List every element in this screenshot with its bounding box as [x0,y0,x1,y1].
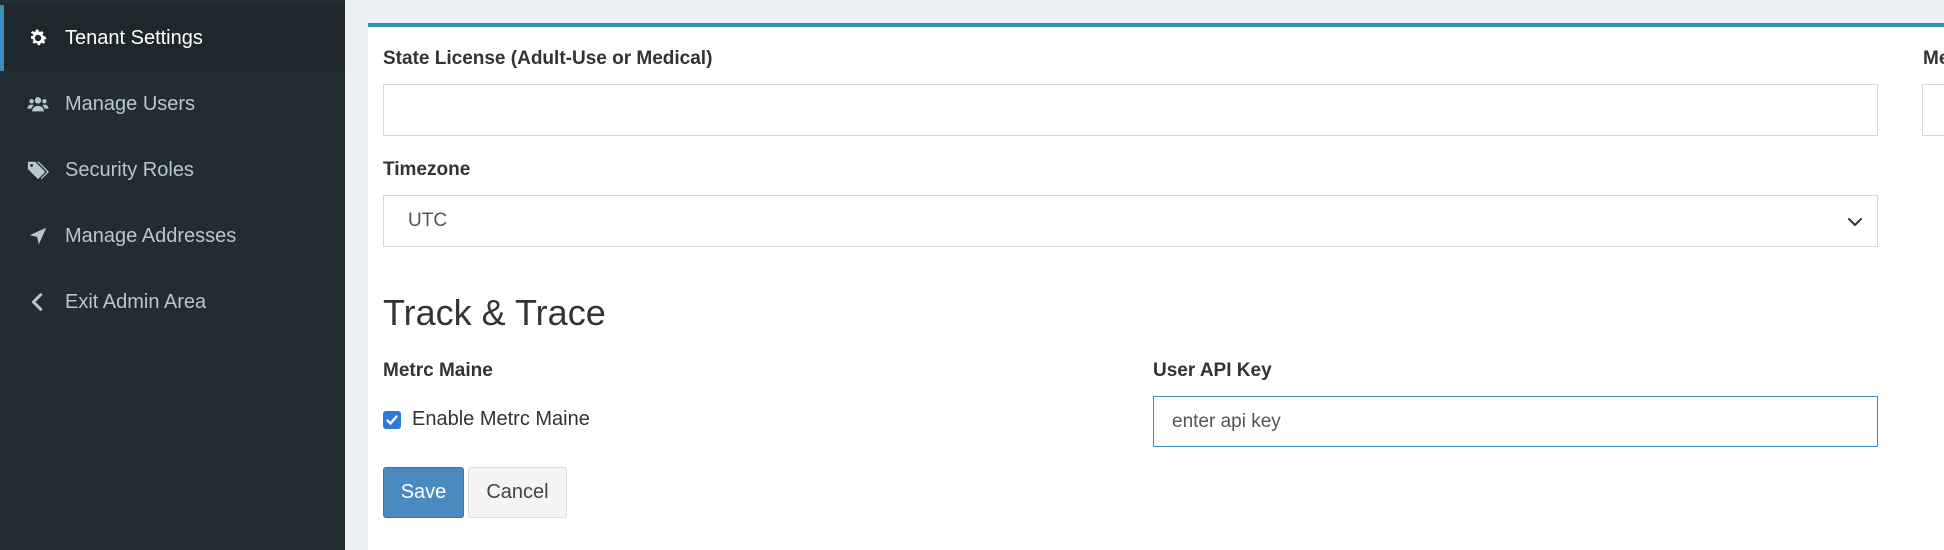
checkmark-icon [386,415,398,425]
tags-icon [27,159,49,181]
metrc-maine-label: Metrc Maine [383,360,493,381]
enable-metrc-label: Enable Metrc Maine [412,408,590,430]
right-column-field[interactable] [1922,84,1944,136]
sidebar-item-label: Manage Users [65,92,196,115]
timezone-value: UTC [408,210,448,231]
sidebar-item-label: Exit Admin Area [65,290,207,313]
sidebar-item-security-roles[interactable]: Security Roles [0,137,345,203]
chevron-left-icon [27,291,49,313]
state-license-label: State License (Adult-Use or Medical) [383,48,713,69]
chevron-down-icon [1848,218,1862,226]
settings-form: State License (Adult-Use or Medical) Me … [368,23,1944,550]
cancel-button[interactable]: Cancel [468,467,567,518]
enable-metrc-checkbox[interactable] [383,411,401,429]
state-license-field[interactable] [383,84,1878,136]
sidebar-item-manage-addresses[interactable]: Manage Addresses [0,203,345,269]
api-key-input[interactable] [1153,396,1878,447]
users-icon [27,93,49,115]
sidebar-item-exit-admin-area[interactable]: Exit Admin Area [0,269,345,335]
location-arrow-icon [27,225,49,247]
track-trace-heading: Track & Trace [383,292,606,333]
right-column-label: Me [1923,48,1944,69]
top-bar [368,0,1944,23]
timezone-select[interactable]: UTC [383,195,1878,247]
gear-icon [27,27,49,49]
api-key-label: User API Key [1153,360,1272,381]
sidebar-item-manage-users[interactable]: Manage Users [0,71,345,137]
sidebar-item-label: Tenant Settings [65,26,203,49]
timezone-label: Timezone [383,159,471,180]
sidebar-item-tenant-settings[interactable]: Tenant Settings [0,5,345,71]
sidebar-item-label: Security Roles [65,158,194,181]
sidebar: Tenant Settings Manage Users Security Ro… [0,0,345,550]
save-button[interactable]: Save [383,467,464,518]
sidebar-item-label: Manage Addresses [65,224,237,247]
